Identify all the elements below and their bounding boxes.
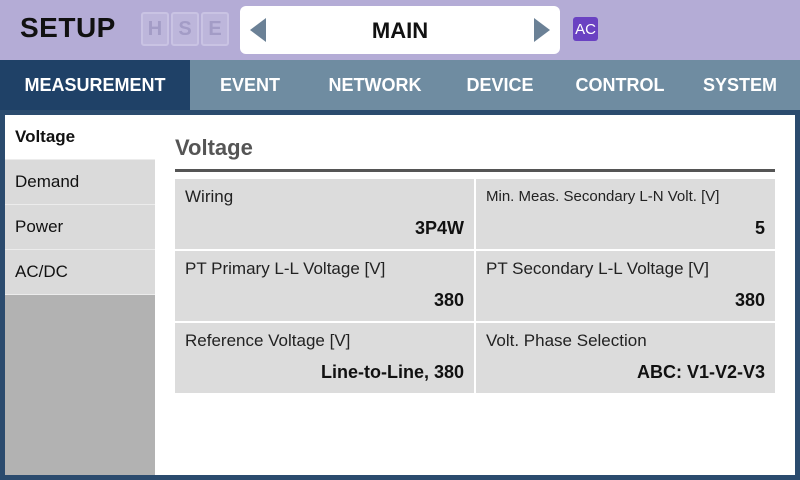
s-indicator: S xyxy=(171,12,199,46)
next-mode-arrow-icon[interactable] xyxy=(534,18,550,42)
wiring-label: Wiring xyxy=(185,187,234,206)
sidebar: Voltage Demand Power AC/DC xyxy=(5,115,155,475)
e-indicator: E xyxy=(201,12,229,46)
main-tabs: MEASUREMENT EVENT NETWORK DEVICE CONTROL… xyxy=(0,60,800,110)
min-meas-secondary-label: Min. Meas. Secondary L-N Volt. [V] xyxy=(486,188,720,205)
tab-control[interactable]: CONTROL xyxy=(560,60,680,110)
sidebar-item-voltage[interactable]: Voltage xyxy=(5,115,155,160)
min-meas-secondary-value: 5 xyxy=(754,218,765,238)
pt-primary-value: 380 xyxy=(433,290,464,310)
tab-measurement[interactable]: MEASUREMENT xyxy=(0,60,190,110)
pt-primary-field[interactable]: PT Primary L-L Voltage [V] 380 xyxy=(175,251,474,321)
tab-network[interactable]: NETWORK xyxy=(310,60,440,110)
reference-voltage-value: Line-to-Line, 380 xyxy=(320,362,464,382)
header-bar: SETUP H S E MAIN AC xyxy=(0,0,800,60)
section-title: Voltage xyxy=(175,135,253,160)
volt-phase-selection-value: ABC: V1-V2-V3 xyxy=(636,362,765,382)
mode-selector: MAIN xyxy=(240,6,560,54)
ac-badge: AC xyxy=(573,17,598,41)
tab-event[interactable]: EVENT xyxy=(190,60,310,110)
wiring-field[interactable]: Wiring 3P4W xyxy=(175,179,474,249)
sidebar-item-acdc[interactable]: AC/DC xyxy=(5,250,155,295)
section-divider xyxy=(175,169,775,172)
h-indicator: H xyxy=(141,12,169,46)
wiring-value: 3P4W xyxy=(414,218,464,238)
pt-secondary-value: 380 xyxy=(734,290,765,310)
page-title: SETUP xyxy=(20,12,116,43)
tab-system[interactable]: SYSTEM xyxy=(680,60,800,110)
min-meas-secondary-field[interactable]: Min. Meas. Secondary L-N Volt. [V] 5 xyxy=(476,179,775,249)
tab-device[interactable]: DEVICE xyxy=(440,60,560,110)
pt-primary-label: PT Primary L-L Voltage [V] xyxy=(185,259,386,278)
pt-secondary-field[interactable]: PT Secondary L-L Voltage [V] 380 xyxy=(476,251,775,321)
mode-label: MAIN xyxy=(371,18,429,43)
pt-secondary-label: PT Secondary L-L Voltage [V] xyxy=(486,259,710,278)
settings-grid: Wiring 3P4W Min. Meas. Secondary L-N Vol… xyxy=(175,179,775,393)
reference-voltage-label: Reference Voltage [V] xyxy=(185,331,351,350)
volt-phase-selection-label: Volt. Phase Selection xyxy=(486,331,647,350)
setup-panel: Voltage Demand Power AC/DC Voltage Wirin… xyxy=(5,115,795,475)
volt-phase-selection-field[interactable]: Volt. Phase Selection ABC: V1-V2-V3 xyxy=(476,323,775,393)
sidebar-item-demand[interactable]: Demand xyxy=(5,160,155,205)
content-area: Voltage Wiring 3P4W Min. Meas. Secondary… xyxy=(175,115,775,475)
sidebar-item-power[interactable]: Power xyxy=(5,205,155,250)
reference-voltage-field[interactable]: Reference Voltage [V] Line-to-Line, 380 xyxy=(175,323,474,393)
